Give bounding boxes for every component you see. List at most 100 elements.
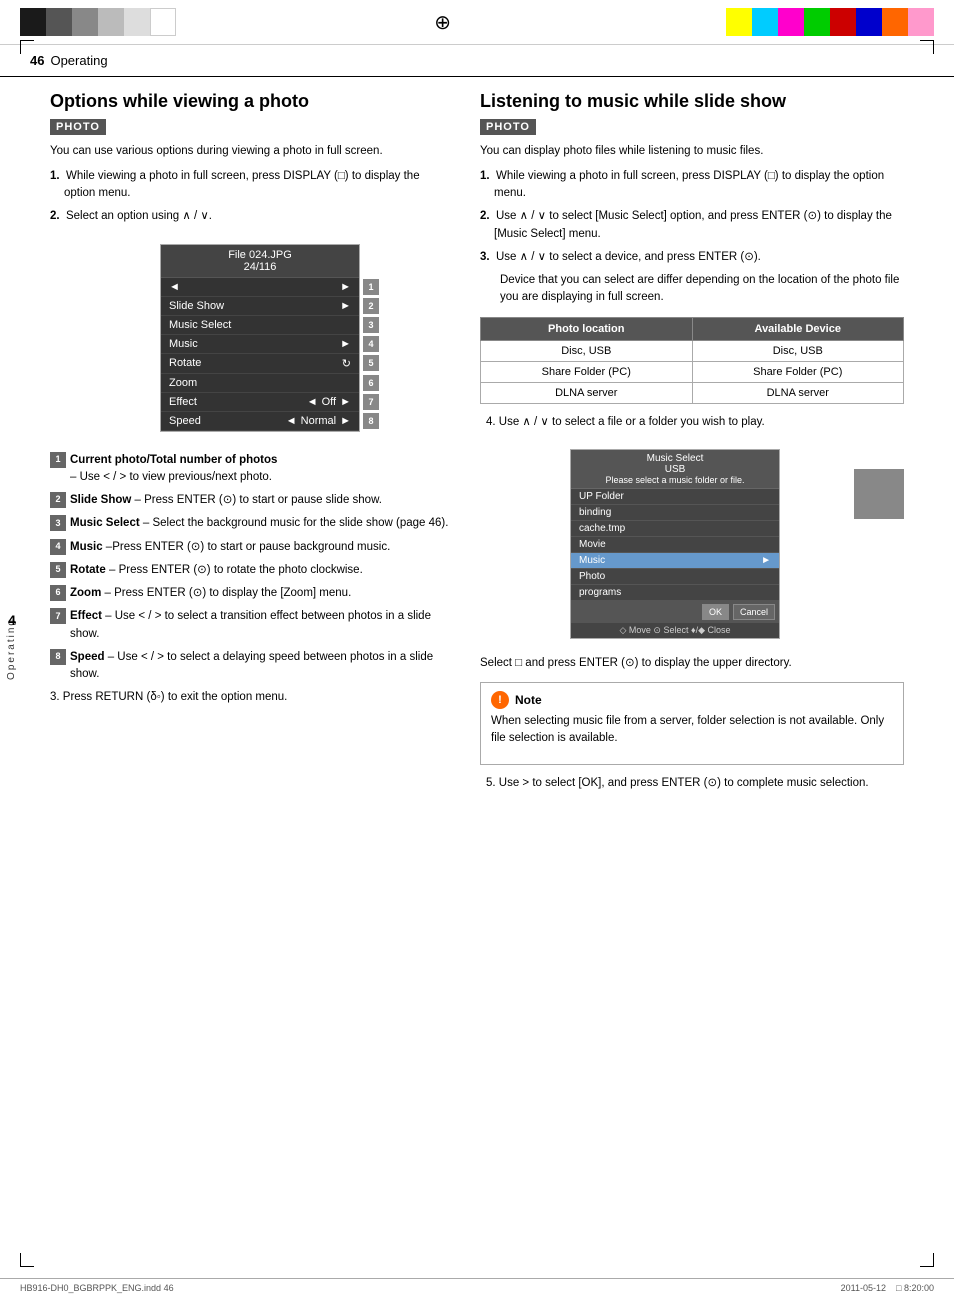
bar-silver <box>124 8 150 36</box>
left-intro: You can use various options during viewi… <box>50 143 450 160</box>
bar-darkgray <box>46 8 72 36</box>
table-header-device: Available Device <box>692 317 904 340</box>
bottom-bar: HB916-DH0_BGBRPPK_ENG.indd 46 2011-05-12… <box>0 1278 954 1297</box>
menu-screenshot: File 024.JPG 24/116 ◄ ► 1 Slide Show ► 2 <box>160 244 360 432</box>
corner-mark-tr <box>920 40 934 54</box>
desc-3: 3 Music Select – Select the background m… <box>50 515 450 532</box>
left-step-1: 1. While viewing a photo in full screen,… <box>50 168 450 203</box>
menu-num-8: 8 <box>363 413 379 429</box>
desc-8: 8 Speed – Use < / > to select a delaying… <box>50 649 450 684</box>
music-select-header: Music Select USB Please select a music f… <box>571 450 779 489</box>
badge-1: 1 <box>50 452 66 468</box>
music-select-footer: OK Cancel <box>571 601 779 623</box>
right-title: Listening to music while slide show <box>480 91 904 113</box>
right-step-1: 1. While viewing a photo in full screen,… <box>480 168 904 203</box>
bar-blue <box>856 8 882 36</box>
left-section: Options while viewing a photo PHOTO You … <box>50 91 450 798</box>
music-select-nav: ◇ Move ⊙ Select ♦/◆ Close <box>571 623 779 638</box>
badge-3: 3 <box>50 515 66 531</box>
desc-7: 7 Effect – Use < / > to select a transit… <box>50 608 450 643</box>
desc-1: 1 Current photo/Total number of photos –… <box>50 452 450 487</box>
bar-lightgray <box>98 8 124 36</box>
bar-pink <box>908 8 934 36</box>
badge-6: 6 <box>50 585 66 601</box>
page-header: 46 Operating <box>0 45 954 77</box>
music-select-item: programs <box>571 585 779 601</box>
bar-gray <box>72 8 98 36</box>
right-step-3: 3. Use ∧ / ∨ to select a device, and pre… <box>480 249 904 266</box>
select-note: Select □ and press ENTER (⊙) to display … <box>480 655 904 672</box>
header-bar: ⊕ <box>0 0 954 45</box>
side-page-number: 4 <box>8 612 16 628</box>
desc-6: 6 Zoom – Press ENTER (⊙) to display the … <box>50 585 450 602</box>
right-step-4: 4. Use ∧ / ∨ to select a file or a folde… <box>480 414 904 431</box>
right-photo-badge: PHOTO <box>480 119 536 135</box>
bar-white <box>150 8 176 36</box>
menu-item-zoom: Zoom 6 <box>161 374 359 393</box>
corner-mark-br <box>920 1253 934 1267</box>
menu-item-speed: Speed ◄ Normal ► 8 <box>161 412 359 431</box>
music-select-title: Music Select <box>574 453 776 464</box>
music-select-item: binding <box>571 505 779 521</box>
menu-num-5: 5 <box>363 355 379 371</box>
bar-yellow <box>726 8 752 36</box>
desc-5: 5 Rotate – Press ENTER (⊙) to rotate the… <box>50 562 450 579</box>
right-step-5: 5. Use > to select [OK], and press ENTER… <box>480 775 904 792</box>
music-select-item: Photo <box>571 569 779 585</box>
bar-black <box>20 8 46 36</box>
badge-7: 7 <box>50 608 66 624</box>
descriptions: 1 Current photo/Total number of photos –… <box>50 452 450 684</box>
table-row: DLNA server DLNA server <box>481 382 904 403</box>
page-number: 46 <box>30 53 44 68</box>
menu-item-nav: ◄ ► 1 <box>161 278 359 297</box>
time-stamp: □ 8:20:00 <box>896 1283 934 1293</box>
music-select-desc: Please select a music folder or file. <box>574 475 776 485</box>
menu-item-musicselect: Music Select 3 <box>161 316 359 335</box>
badge-2: 2 <box>50 492 66 508</box>
menu-num-6: 6 <box>363 375 379 391</box>
color-bars-right <box>726 8 934 36</box>
corner-mark-tl <box>20 40 34 54</box>
menu-header: File 024.JPG 24/116 <box>161 245 359 278</box>
ok-button[interactable]: OK <box>702 604 729 620</box>
menu-file: File 024.JPG <box>165 249 355 261</box>
cancel-button[interactable]: Cancel <box>733 604 775 620</box>
badge-5: 5 <box>50 562 66 578</box>
photo-location-table: Photo location Available Device Disc, US… <box>480 317 904 404</box>
note-box: ! Note When selecting music file from a … <box>480 682 904 765</box>
menu-num-2: 2 <box>363 298 379 314</box>
bar-magenta <box>778 8 804 36</box>
compass-icon: ⊕ <box>434 10 451 35</box>
bar-green <box>804 8 830 36</box>
music-select-item: Movie <box>571 537 779 553</box>
bar-cyan <box>752 8 778 36</box>
menu-num-3: 3 <box>363 317 379 333</box>
menu-item-effect: Effect ◄ Off ► 7 <box>161 393 359 412</box>
desc-4: 4 Music –Press ENTER (⊙) to start or pau… <box>50 539 450 556</box>
right-step-3b: Device that you can select are differ de… <box>480 272 904 307</box>
note-icon: ! <box>491 691 509 709</box>
table-header-location: Photo location <box>481 317 693 340</box>
table-row: Share Folder (PC) Share Folder (PC) <box>481 361 904 382</box>
music-select-sub: USB <box>574 464 776 475</box>
menu-num-7: 7 <box>363 394 379 410</box>
music-select-screenshot: Music Select USB Please select a music f… <box>570 449 780 639</box>
left-step-2: 2. Select an option using ∧ / ∨. <box>50 208 450 225</box>
color-bars-left <box>20 8 176 36</box>
music-select-item: Music ► <box>571 553 779 569</box>
music-select-item: UP Folder <box>571 489 779 505</box>
page-title: Operating <box>50 53 107 68</box>
left-step-3: 3. Press RETURN (δ◦) to exit the option … <box>50 689 450 706</box>
bar-red <box>830 8 856 36</box>
right-step-2: 2. Use ∧ / ∨ to select [Music Select] op… <box>480 208 904 243</box>
note-label: ! Note <box>491 691 893 709</box>
right-intro: You can display photo files while listen… <box>480 143 904 160</box>
left-title: Options while viewing a photo <box>50 91 450 113</box>
table-row: Disc, USB Disc, USB <box>481 340 904 361</box>
thumbnail <box>854 469 904 519</box>
badge-4: 4 <box>50 539 66 555</box>
note-text: When selecting music file from a server,… <box>491 713 893 748</box>
bar-orange <box>882 8 908 36</box>
file-info: HB916-DH0_BGBRPPK_ENG.indd 46 <box>20 1283 174 1293</box>
desc-2: 2 Slide Show – Press ENTER (⊙) to start … <box>50 492 450 509</box>
